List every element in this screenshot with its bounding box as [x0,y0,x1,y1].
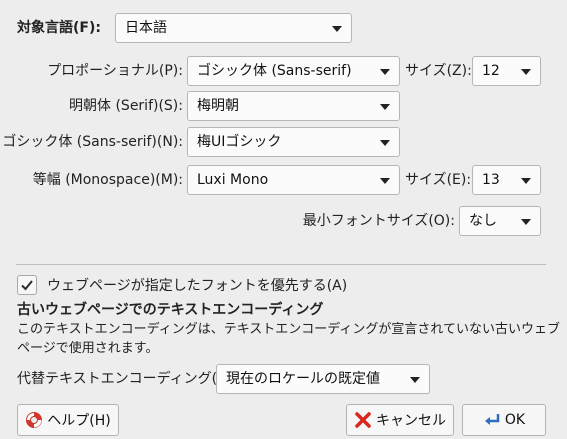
monospace-label: 等幅 (Monospace)(M): [32,172,183,188]
chevron-down-icon [521,178,531,184]
monospace-size-select[interactable]: 13 [472,165,541,195]
sans-serif-label: ゴシック体 (Sans-serif)(N): [2,134,183,150]
help-button-label: ヘルプ(H) [47,413,111,429]
sans-serif-select[interactable]: 梅UIゴシック [187,127,400,157]
chevron-down-icon [380,69,390,75]
proportional-select[interactable]: ゴシック体 (Sans-serif) [187,56,400,86]
cancel-button[interactable]: キャンセル [346,404,454,436]
ok-button[interactable]: OK [462,404,546,436]
target-language-select[interactable]: 日本語 [115,13,352,43]
lifebuoy-icon [26,412,43,428]
chevron-down-icon [380,140,390,146]
monospace-select[interactable]: Luxi Mono [187,165,400,195]
proportional-size-select[interactable]: 12 [472,56,541,86]
target-language-label: 対象言語(F): [17,20,101,36]
serif-select[interactable]: 梅明朝 [187,91,400,121]
cancel-button-label: キャンセル [376,413,446,429]
monospace-value: Luxi Mono [197,172,269,188]
chevron-down-icon [521,69,531,75]
chevron-down-icon [332,26,342,32]
monospace-size-value: 13 [482,172,500,188]
min-font-size-label: 最小フォントサイズ(O): [302,213,455,229]
checkmark-icon [21,280,33,291]
proportional-size-label: サイズ(Z): [405,63,472,79]
min-font-size-select[interactable]: なし [459,206,541,236]
proportional-label: プロポーショナル(P): [47,63,183,79]
encoding-description-line1: このテキストエンコーディングは、テキストエンコーディングが宣言されていない古いウ… [17,322,561,337]
encoding-heading: 古いウェブページでのテキストエンコーディング [17,302,324,318]
serif-label: 明朝体 (Serif)(S): [69,98,183,114]
min-font-size-value: なし [469,213,497,229]
ok-button-label: OK [504,412,526,428]
proportional-size-value: 12 [482,63,500,79]
monospace-size-label: サイズ(E): [405,172,472,188]
chevron-down-icon [410,377,420,383]
allow-page-fonts-checkbox[interactable] [17,275,37,295]
target-language-value: 日本語 [125,20,167,36]
close-icon [355,412,371,428]
chevron-down-icon [521,219,531,225]
chevron-down-icon [380,178,390,184]
encoding-description-line2: ページで使用されます。 [17,341,159,356]
fallback-encoding-select[interactable]: 現在のロケールの既定値 [216,364,430,394]
fallback-encoding-label: 代替テキストエンコーディング(T): [17,371,236,387]
fallback-encoding-value: 現在のロケールの既定値 [226,371,380,387]
enter-arrow-icon [484,414,500,425]
chevron-down-icon [380,104,390,110]
sans-serif-value: 梅UIゴシック [197,134,282,150]
serif-value: 梅明朝 [197,98,239,114]
separator [16,264,546,265]
help-button[interactable]: ヘルプ(H) [17,404,119,436]
allow-page-fonts-label[interactable]: ウェブページが指定したフォントを優先する(A) [47,276,347,296]
proportional-value: ゴシック体 (Sans-serif) [197,63,352,79]
